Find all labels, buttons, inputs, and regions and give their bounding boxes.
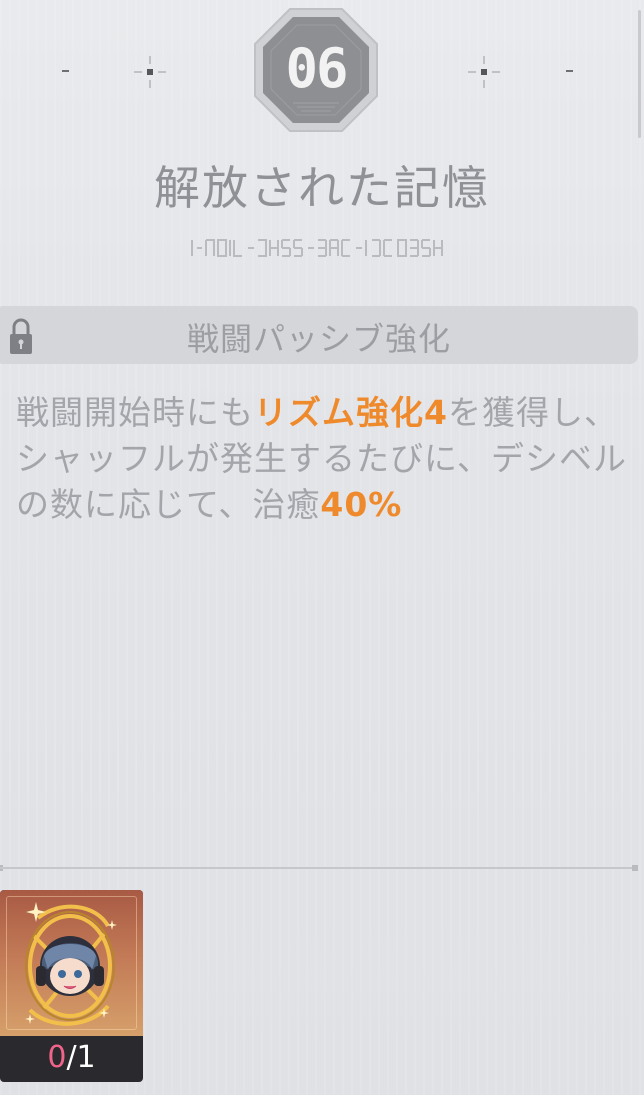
- skill-description: 戦闘開始時にもリズム強化4を獲得し、シャッフルが発生するたびに、デシベルの数に応…: [16, 390, 628, 528]
- crosshair-icon: [134, 56, 166, 88]
- badge-number: 06: [285, 37, 348, 100]
- decor-dash-left: [62, 70, 69, 72]
- description-highlight: 40%: [320, 485, 403, 524]
- decor-dash-right: [566, 70, 573, 72]
- decorative-glyph-strip: [191, 239, 443, 257]
- crosshair-icon: [468, 56, 500, 88]
- divider-cap: [632, 865, 638, 871]
- item-count: 0/1: [0, 1040, 143, 1075]
- owned-count: 0: [47, 1040, 67, 1075]
- required-count: 1: [76, 1040, 96, 1075]
- skill-name: 戦闘パッシブ強化: [186, 320, 451, 358]
- scrollbar[interactable]: [638, 10, 641, 138]
- item-art: [0, 890, 143, 1036]
- section-divider: [0, 867, 638, 869]
- skill-header-bar[interactable]: 戦闘パッシブ強化: [0, 306, 638, 364]
- memory-number-badge: 06: [253, 7, 379, 133]
- description-highlight: リズム強化4: [254, 393, 448, 432]
- page-title: 解放された記憶: [154, 161, 490, 215]
- character-portrait-icon: [25, 902, 117, 1026]
- required-item-card[interactable]: 0/1: [0, 890, 143, 1082]
- count-separator: /: [66, 1040, 77, 1075]
- description-text: 戦闘開始時にも: [16, 393, 254, 432]
